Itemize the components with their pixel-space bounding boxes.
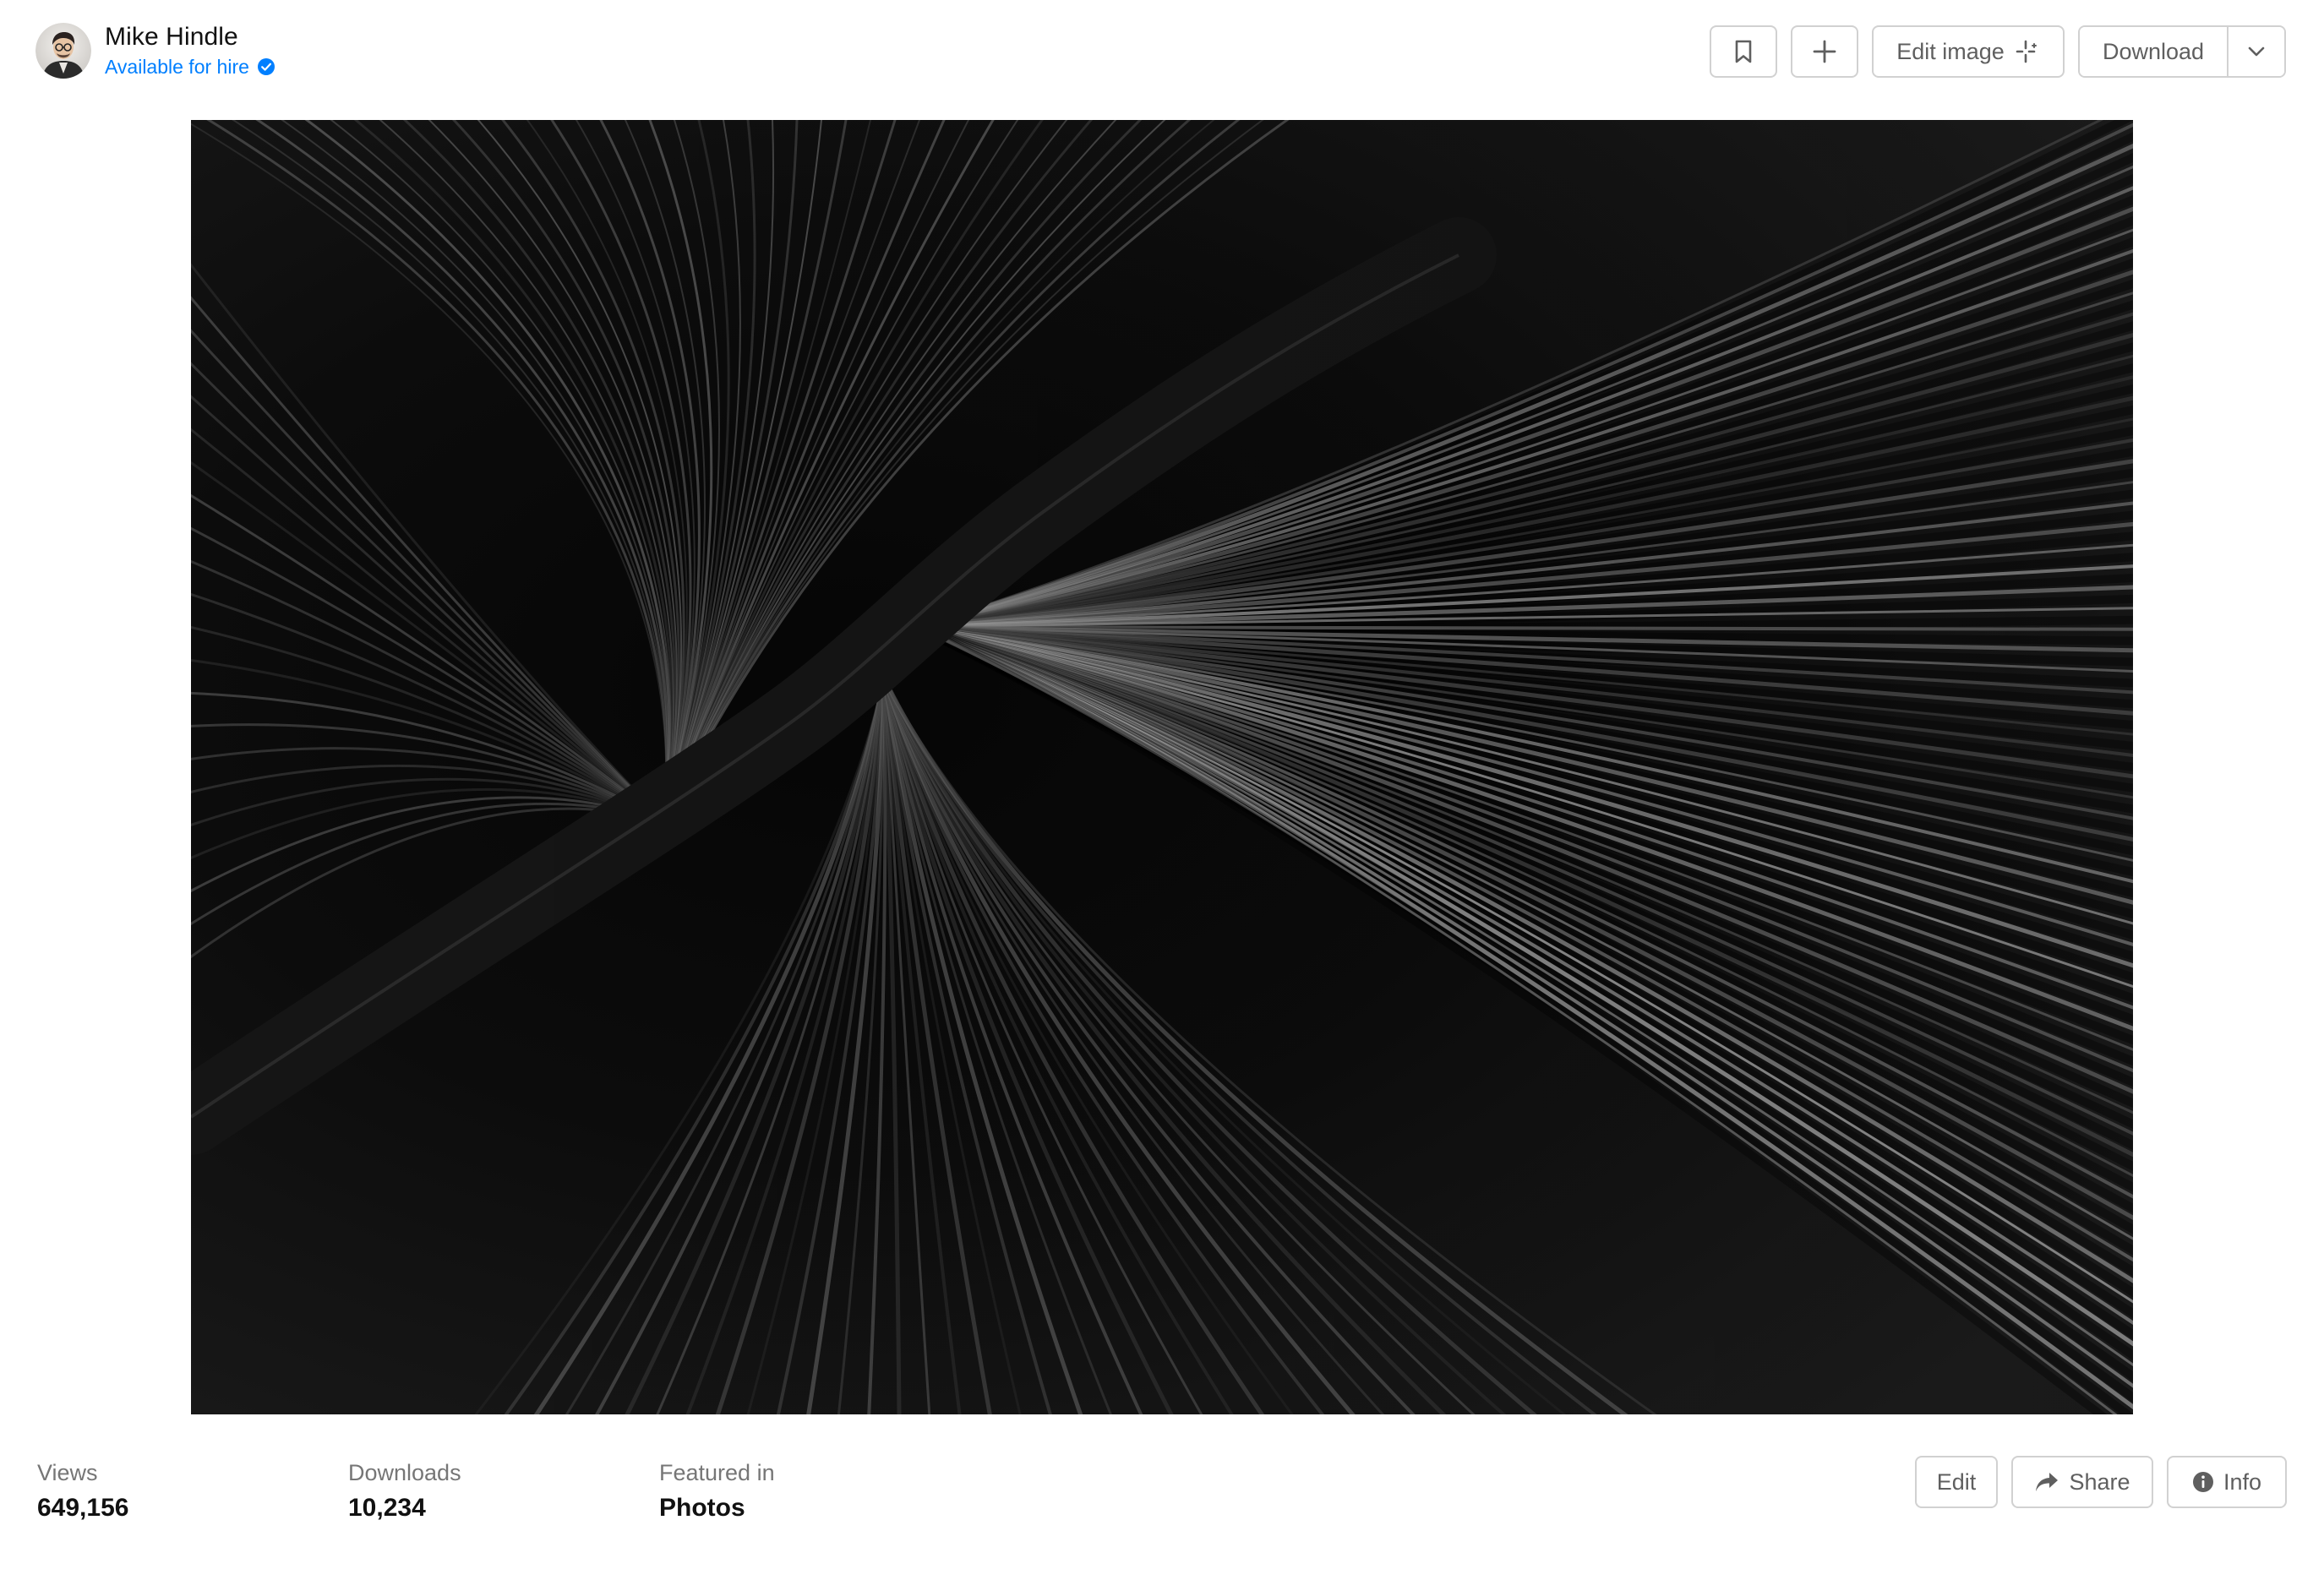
stat-value: 10,234	[348, 1494, 426, 1522]
share-label: Share	[2069, 1468, 2130, 1495]
photo-toolbar: Edit image Download	[1696, 25, 2286, 78]
stat-label: Views	[37, 1460, 98, 1485]
download-split-button: Download	[2078, 25, 2286, 78]
verified-check-icon	[257, 58, 275, 75]
avatar-portrait-icon	[35, 23, 91, 79]
edit-button[interactable]: Edit	[1915, 1456, 1998, 1508]
info-label: Info	[2223, 1468, 2262, 1495]
author-avatar[interactable]	[35, 23, 91, 79]
bookmark-button[interactable]	[1710, 25, 1777, 78]
author-block: Mike Hindle Available for hire	[35, 22, 275, 79]
author-name[interactable]: Mike Hindle	[105, 22, 275, 52]
featured-in-link[interactable]: Photos	[659, 1492, 970, 1524]
stat-label: Downloads	[348, 1460, 461, 1485]
plus-icon	[1813, 40, 1836, 63]
download-button[interactable]: Download	[2080, 27, 2227, 76]
stat-downloads: Downloads 10,234	[348, 1458, 659, 1524]
info-circle-icon	[2192, 1472, 2213, 1492]
stat-value: 649,156	[37, 1494, 129, 1522]
hire-status-label: Available for hire	[105, 56, 249, 78]
sparkle-icon	[2016, 40, 2037, 63]
share-arrow-icon	[2036, 1473, 2059, 1491]
bookmark-icon	[1735, 40, 1752, 63]
photo-stats: Views 649,156 Downloads 10,234 Featured …	[37, 1458, 970, 1524]
stat-views: Views 649,156	[37, 1458, 348, 1524]
download-options-button[interactable]	[2229, 27, 2284, 76]
stat-label: Featured in	[659, 1460, 775, 1485]
info-button[interactable]: Info	[2167, 1456, 2287, 1508]
share-button[interactable]: Share	[2011, 1456, 2153, 1508]
photo-actions: Edit Share Info	[1901, 1456, 2287, 1508]
available-for-hire-link[interactable]: Available for hire	[105, 54, 275, 79]
photo-header: Mike Hindle Available for hire Edit imag…	[0, 0, 2324, 118]
stat-featured-in: Featured in Photos	[659, 1458, 970, 1524]
add-to-collection-button[interactable]	[1791, 25, 1858, 78]
edit-image-label: Edit image	[1896, 38, 2005, 64]
edit-image-button[interactable]: Edit image	[1872, 25, 2065, 78]
author-text: Mike Hindle Available for hire	[105, 22, 275, 79]
main-photo[interactable]	[191, 120, 2133, 1414]
chevron-down-icon	[2248, 46, 2265, 57]
